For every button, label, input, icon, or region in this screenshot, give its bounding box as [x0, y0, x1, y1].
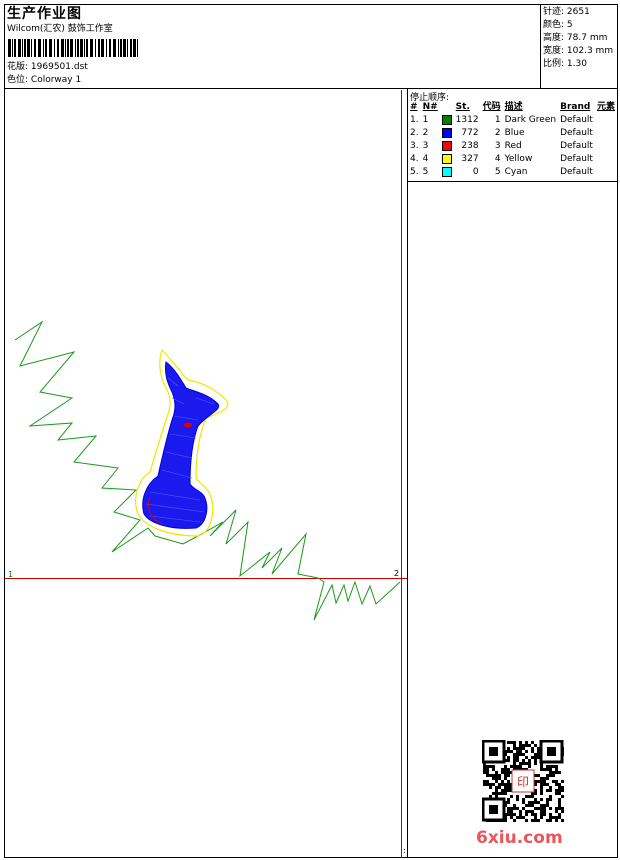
embroidery-design: [14, 320, 401, 621]
seal-text: 印: [517, 775, 529, 789]
watermark-brand: 6xiu.com: [476, 828, 563, 848]
green-zigzag-stitch: [14, 320, 401, 621]
qr-code-icon: 印: [482, 740, 564, 822]
red-eye-stitch: [184, 422, 192, 428]
